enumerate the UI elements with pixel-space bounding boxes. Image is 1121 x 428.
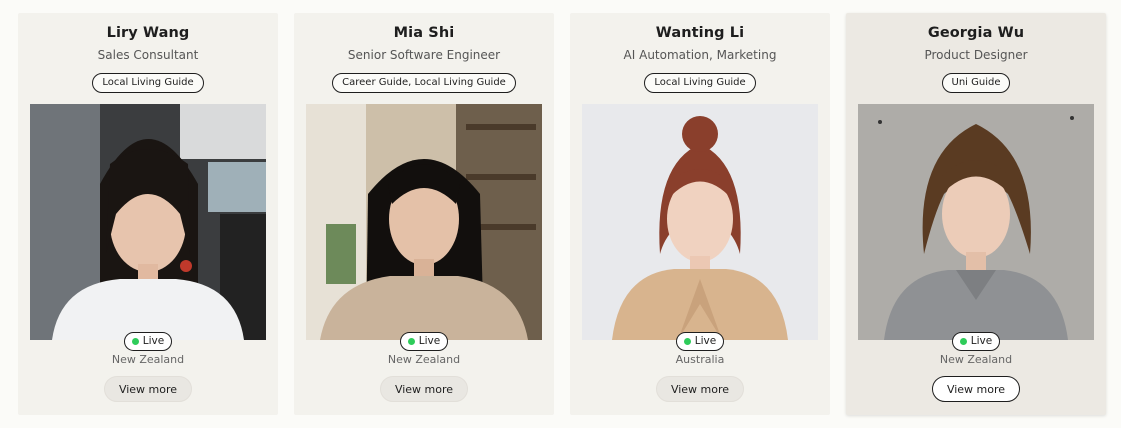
- live-badge: Live: [951, 332, 1001, 351]
- live-status-dot-icon: [683, 338, 691, 345]
- live-badge: Live: [399, 332, 449, 351]
- guide-role: AI Automation, Marketing: [623, 48, 777, 62]
- guide-name: Wanting Li: [655, 25, 745, 41]
- guide-name: Mia Shi: [393, 25, 455, 41]
- guide-location: New Zealand: [387, 353, 461, 366]
- guide-tags: Career Guide, Local Living Guide: [294, 70, 554, 93]
- live-badge: Live: [675, 332, 725, 351]
- guide-tag: Career Guide, Local Living Guide: [332, 73, 516, 93]
- guide-card[interactable]: Mia Shi Senior Software Engineer Career …: [294, 13, 554, 415]
- live-status-dot-icon: [131, 338, 139, 345]
- guide-card[interactable]: Georgia Wu Product Designer Uni Guide Li…: [846, 13, 1106, 415]
- guide-photo[interactable]: [858, 104, 1094, 340]
- guide-tags: Local Living Guide: [18, 70, 278, 93]
- guide-card[interactable]: Liry Wang Sales Consultant Local Living …: [18, 13, 278, 415]
- guide-photo-image: [582, 104, 818, 340]
- live-label: Live: [418, 335, 441, 347]
- guide-photo-image: [30, 104, 266, 340]
- live-label: Live: [694, 335, 717, 347]
- guide-role: Sales Consultant: [97, 48, 199, 62]
- guide-tags: Local Living Guide: [570, 70, 830, 93]
- guide-tag: Local Living Guide: [644, 73, 756, 93]
- guide-photo[interactable]: [306, 104, 542, 340]
- view-more-button[interactable]: View more: [380, 376, 468, 402]
- view-more-button[interactable]: View more: [656, 376, 744, 402]
- guide-card[interactable]: Wanting Li AI Automation, Marketing Loca…: [570, 13, 830, 415]
- view-more-button[interactable]: View more: [104, 376, 192, 402]
- guide-tags: Uni Guide: [846, 70, 1106, 93]
- guide-tag: Local Living Guide: [92, 73, 204, 93]
- guide-photo[interactable]: [582, 104, 818, 340]
- guide-photo-image: [306, 104, 542, 340]
- view-more-button[interactable]: View more: [932, 376, 1020, 402]
- guide-location: New Zealand: [111, 353, 185, 366]
- guide-name: Liry Wang: [106, 25, 190, 41]
- guide-name: Georgia Wu: [927, 25, 1025, 41]
- guide-location: New Zealand: [939, 353, 1013, 366]
- guide-tag: Uni Guide: [941, 73, 1011, 93]
- guide-location: Australia: [675, 353, 725, 366]
- live-badge: Live: [123, 332, 173, 351]
- live-status-dot-icon: [959, 338, 967, 345]
- guide-photo-image: [858, 104, 1094, 340]
- live-label: Live: [142, 335, 165, 347]
- live-status-dot-icon: [407, 338, 415, 345]
- guide-role: Product Designer: [924, 48, 1028, 62]
- live-label: Live: [970, 335, 993, 347]
- guide-card-grid: Liry Wang Sales Consultant Local Living …: [18, 13, 1108, 415]
- guide-photo[interactable]: [30, 104, 266, 340]
- guide-role: Senior Software Engineer: [347, 48, 501, 62]
